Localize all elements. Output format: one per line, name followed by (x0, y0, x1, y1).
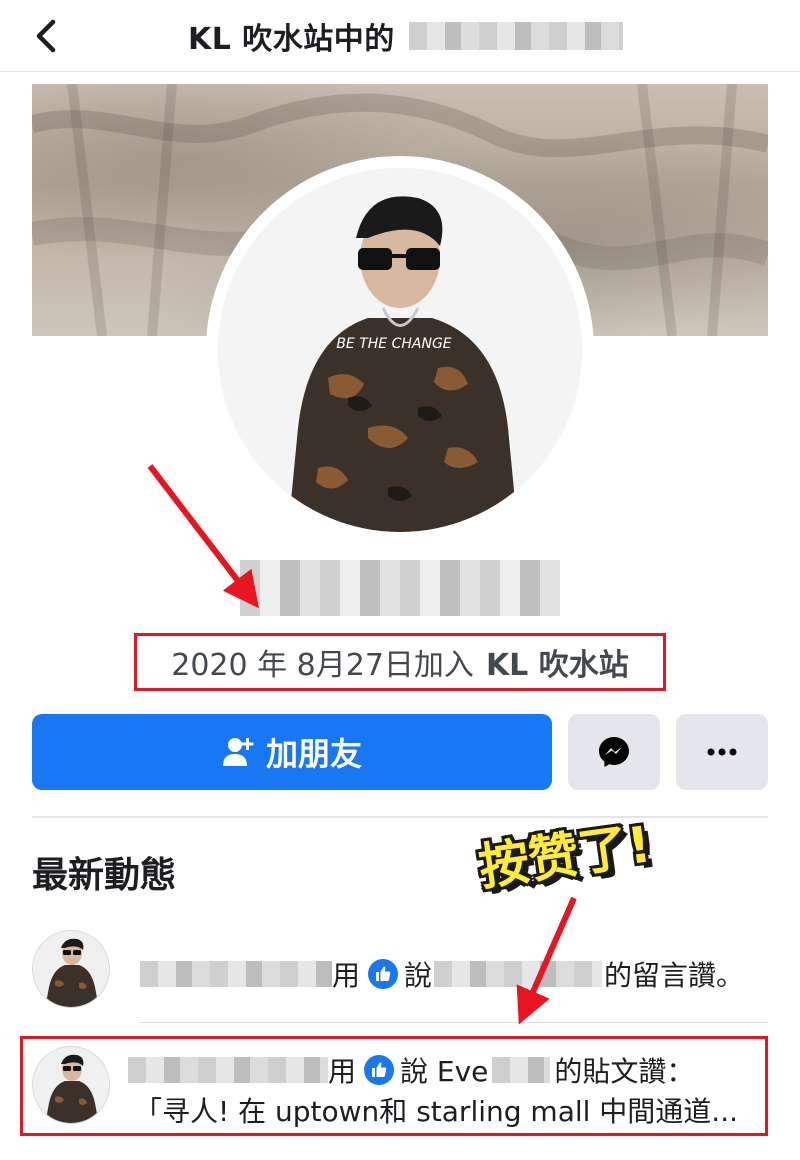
feed-text: 用 說 的留言讚。 (140, 954, 744, 994)
feed-preview-text: 「寻人! 在 uptown和 starling mall 中間通道... (134, 1095, 739, 1128)
redacted-name (128, 1057, 328, 1083)
page-title-text: KL 吹水站中的 (188, 22, 395, 57)
more-button[interactable] (676, 714, 768, 790)
join-info-highlight: 2020 年 8月27日加入 KL 吹水站 (134, 633, 666, 691)
add-friend-button[interactable]: 加朋友 (32, 714, 552, 790)
messenger-button[interactable] (568, 714, 660, 790)
feed-verb: 用 (328, 1055, 357, 1088)
feed-verb: 用 (332, 959, 361, 992)
profile-picture[interactable]: BE THE CHANGE (218, 168, 582, 532)
person-photo: BE THE CHANGE (218, 168, 582, 532)
messenger-icon (599, 737, 629, 767)
top-bar: KL 吹水站中的 (0, 0, 800, 72)
like-icon (364, 1055, 395, 1085)
back-button[interactable] (26, 14, 66, 58)
annotation-sticker: 按赞了! (475, 815, 655, 897)
join-date: 2020 年 8月27日加入 (171, 648, 474, 683)
feed-item[interactable]: 用 說 的留言讚。 (0, 930, 800, 1020)
redacted-name (434, 961, 603, 987)
add-friend-label: 加朋友 (265, 735, 362, 773)
add-friend-icon (222, 736, 256, 768)
feed-avatar[interactable] (32, 930, 110, 1008)
feed-item[interactable]: 用 說 Eve 的貼文讚： 「寻人! 在 uptown和 starling ma… (0, 1044, 800, 1134)
profile-name-redacted (240, 560, 560, 616)
redacted-name (140, 961, 332, 987)
more-horizontal-icon (707, 748, 737, 756)
avatar-photo (33, 1047, 109, 1123)
redacted-name (408, 22, 623, 50)
feed-text: 用 說 Eve 的貼文讚： (128, 1050, 694, 1090)
feed-separator (140, 1022, 768, 1023)
group-name[interactable]: KL 吹水站 (486, 640, 629, 684)
svg-text:BE THE CHANGE: BE THE CHANGE (336, 336, 451, 352)
feed-preview[interactable]: 「寻人! 在 uptown和 starling mall 中間通道... (134, 1090, 738, 1130)
page-title: KL 吹水站中的 (188, 16, 623, 57)
feed-says: 說 Eve (400, 1055, 489, 1088)
feed-suffix: 的留言讚。 (604, 959, 745, 992)
arrow-to-join-date (147, 464, 259, 609)
feed-suffix: 的貼文讚： (554, 1055, 695, 1088)
section-title: 最新動態 (32, 855, 177, 896)
redacted-name (492, 1057, 551, 1083)
section-divider (32, 816, 768, 818)
feed-avatar[interactable] (32, 1046, 110, 1124)
chevron-left-icon (36, 19, 56, 53)
like-icon (368, 959, 399, 989)
avatar-photo (33, 931, 109, 1007)
feed-says: 說 (404, 959, 433, 992)
